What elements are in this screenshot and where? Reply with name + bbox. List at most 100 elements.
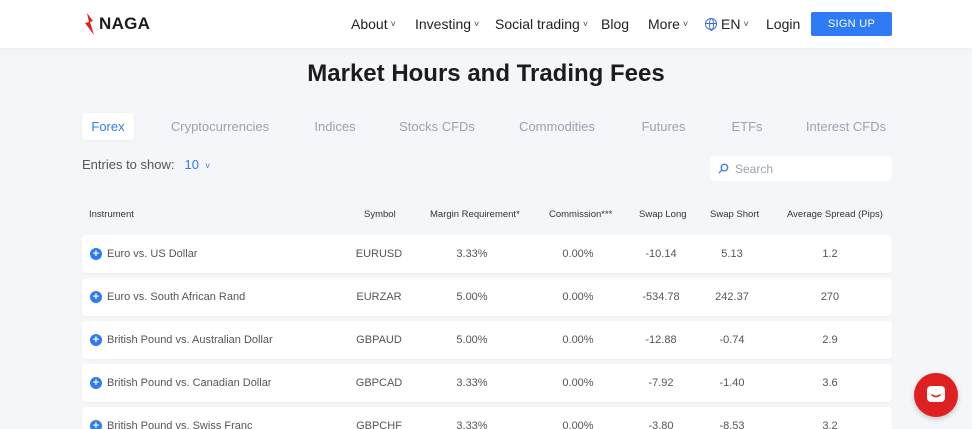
plus-circle-icon[interactable]: + [90,291,102,303]
swap-short-cell: -0.74 [719,334,745,346]
language-selector[interactable]: EN ˅ [705,0,749,48]
nav-social-trading[interactable]: Social trading ˅ [495,0,588,48]
nav-investing-label: Investing [415,16,472,32]
instrument-cell: + Euro vs. US Dollar [90,235,197,273]
plus-circle-icon[interactable]: + [90,334,102,346]
header-commission: Commission*** [549,209,613,220]
nav-blog[interactable]: Blog [601,0,629,48]
globe-icon [705,18,717,31]
instrument-cell: + British Pound vs. Australian Dollar [90,321,273,359]
nav-about-label: About [351,16,388,32]
chat-widget-button[interactable] [914,373,958,417]
instrument-cell: + British Pound vs. Canadian Dollar [90,364,271,402]
instrument-name: Euro vs. South African Rand [107,291,246,303]
tab-forex[interactable]: Forex [82,113,134,140]
swap-short-cell: 5.13 [721,248,743,260]
login-label: Login [766,16,801,32]
spread-cell: 1.2 [822,248,838,260]
entries-selector: Entries to show: 10 ˅ [82,157,210,172]
tab-stocks-cfds[interactable]: Stocks CFDs [398,113,476,140]
instrument-cell: + British Pound vs. Swiss Franc [90,407,253,429]
margin-cell: 5.00% [456,334,488,346]
entries-dropdown[interactable]: 10 ˅ [185,157,211,172]
chat-icon [927,386,945,402]
margin-cell: 5.00% [456,291,488,303]
nav-more-label: More [648,16,680,32]
table-row[interactable]: + British Pound vs. Swiss Franc GBPCHF 3.… [82,407,892,429]
logo-text: NAGA [99,14,151,33]
header-symbol: Symbol [364,209,396,220]
swap-short-cell: -1.40 [719,377,745,389]
tab-etfs[interactable]: ETFs [726,113,768,140]
chevron-down-icon: ˅ [682,19,689,29]
nav-more[interactable]: More ˅ [648,0,688,48]
symbol-cell: GBPCHF [356,420,402,429]
header-instrument: Instrument [89,209,134,220]
language-label: EN [721,16,741,32]
nav-blog-label: Blog [601,16,630,32]
spread-cell: 3.6 [822,377,838,389]
search-icon [718,163,729,174]
instrument-name: British Pound vs. Australian Dollar [107,334,273,346]
plus-circle-icon[interactable]: + [90,420,102,429]
tab-interest-cfds[interactable]: Interest CFDs [806,113,886,140]
chevron-down-icon: ˅ [390,19,396,29]
swap-long-cell: -7.92 [648,377,674,389]
entries-value: 10 [184,157,199,172]
swap-long-cell: -10.14 [645,248,677,260]
chevron-down-icon: ˅ [743,19,749,29]
header-swap-short: Swap Short [710,209,760,220]
swap-long-cell: -534.78 [642,291,680,303]
swap-short-cell: -8.53 [719,420,745,429]
search-box[interactable] [710,156,892,181]
symbol-cell: GBPCAD [355,377,403,389]
table-row[interactable]: + British Pound vs. Canadian Dollar GBPCA… [82,364,892,402]
header-swap-long: Swap Long [639,209,687,220]
tab-cryptocurrencies[interactable]: Cryptocurrencies [165,113,275,140]
chevron-down-icon: ˅ [204,161,211,171]
nav-investing[interactable]: Investing ˅ [415,0,479,48]
page-title: Market Hours and Trading Fees [307,60,665,87]
margin-cell: 3.33% [456,420,488,429]
commission-cell: 0.00% [562,334,594,346]
instrument-name: British Pound vs. Swiss Franc [107,420,253,429]
margin-cell: 3.33% [456,377,488,389]
tab-indices[interactable]: Indices [307,113,363,140]
spread-cell: 3.2 [822,420,838,429]
header-average-spread: Average Spread (Pips) [787,209,883,220]
swap-long-cell: -3.80 [648,420,674,429]
plus-circle-icon[interactable]: + [90,377,102,389]
tab-futures[interactable]: Futures [636,113,691,140]
commission-cell: 0.00% [562,420,594,429]
commission-cell: 0.00% [562,248,594,260]
nav-about[interactable]: About ˅ [351,0,396,48]
chevron-down-icon: ˅ [474,19,480,29]
symbol-cell: EURZAR [356,291,402,303]
plus-circle-icon[interactable]: + [90,248,102,260]
search-input[interactable] [735,161,885,176]
symbol-cell: EURUSD [355,248,403,260]
table-row[interactable]: + British Pound vs. Australian Dollar GBP… [82,321,892,359]
instrument-cell: + Euro vs. South African Rand [90,278,245,316]
commission-cell: 0.00% [562,377,594,389]
swap-short-cell: 242.37 [715,291,749,303]
chevron-down-icon: ˅ [582,19,589,29]
symbol-cell: GBPAUD [356,334,402,346]
tab-commodities[interactable]: Commodities [513,113,601,140]
nav-social-trading-label: Social trading [495,16,580,32]
signup-button[interactable]: SIGN UP [811,12,892,36]
spread-cell: 270 [820,291,840,303]
spread-cell: 2.9 [822,334,838,346]
top-navigation-bar: NAGA About ˅ Investing ˅ Social trading ˅ B… [0,0,972,48]
header-margin-requirement: Margin Requirement* [430,209,520,220]
table-row[interactable]: + Euro vs. US Dollar EURUSD 3.33% 0.00% -… [82,235,892,273]
margin-cell: 3.33% [456,248,488,260]
naga-logo[interactable]: NAGA [83,12,150,36]
swap-long-cell: -12.88 [645,334,677,346]
login-link[interactable]: Login [766,0,800,48]
entries-label: Entries to show: [82,157,175,172]
commission-cell: 0.00% [562,291,594,303]
flame-logo-icon [85,13,94,35]
instrument-name: Euro vs. US Dollar [107,248,198,260]
table-row[interactable]: + Euro vs. South African Rand EURZAR 5.00… [82,278,892,316]
